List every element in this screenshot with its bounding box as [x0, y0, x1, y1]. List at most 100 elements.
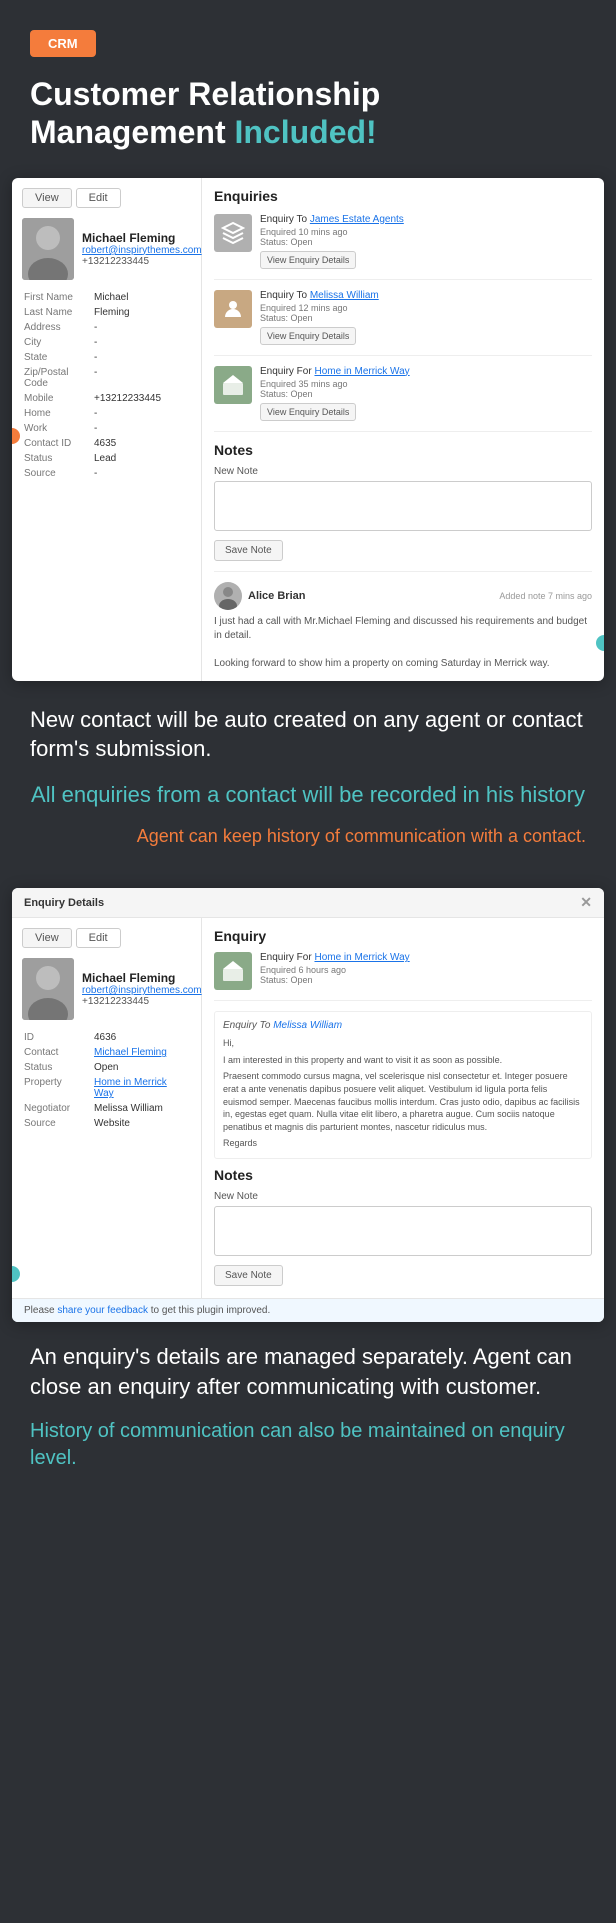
save-note-btn2[interactable]: Save Note — [214, 1265, 283, 1286]
feedback-link[interactable]: share your feedback — [57, 1305, 148, 1316]
field-row2: StatusOpen — [22, 1060, 191, 1075]
field-row: Last NameFleming — [22, 305, 191, 320]
view-enquiry-btn-2[interactable]: View Enquiry Details — [260, 327, 356, 345]
title-highlight: Included! — [234, 114, 376, 150]
property-enquiry-details: Enquiry For Home in Merrick Way Enquired… — [260, 952, 592, 985]
save-note-btn[interactable]: Save Note — [214, 540, 283, 561]
enq-link-2[interactable]: Melissa William — [310, 290, 379, 301]
field-row: Home- — [22, 406, 191, 421]
title-line2: Management — [30, 114, 234, 150]
avatar2 — [22, 958, 74, 1020]
field-row2: ContactMichael Fleming — [22, 1045, 191, 1060]
right-panel2: Enquiry Enquiry For Home in Merrick Way … — [202, 918, 604, 1298]
bottom-desc: An enquiry's details are managed separat… — [30, 1342, 586, 1401]
crm-badge: CRM — [30, 30, 96, 57]
bottom-teal: History of communication can also be mai… — [30, 1418, 586, 1472]
contact-phone: +13212233445 — [82, 256, 202, 267]
enquiry-thumb-2 — [214, 290, 252, 328]
contact-link[interactable]: Michael Fleming — [94, 1047, 167, 1058]
property-enq-link[interactable]: Home in Merrick Way — [314, 952, 409, 963]
enquiry-email-box: Enquiry To Melissa William Hi, I am inte… — [214, 1011, 592, 1159]
main-title: Customer Relationship Management Include… — [30, 75, 586, 152]
property-enq-meta2: Status: Open — [260, 975, 592, 985]
contact-phone2: +13212233445 — [82, 996, 202, 1007]
note-avatar — [214, 582, 242, 610]
enquiries-title: Enquiries — [214, 188, 592, 204]
field-row: Contact ID4635 — [22, 436, 191, 451]
enq-meta-3a: Enquired 35 mins ago — [260, 379, 592, 389]
feature-text-section: New contact will be auto created on any … — [0, 681, 616, 868]
contact-email[interactable]: robert@inspirythemes.com — [82, 245, 202, 256]
tab-edit[interactable]: Edit — [76, 188, 121, 208]
note-textarea[interactable] — [214, 481, 592, 531]
fields-table: First NameMichael Last NameFleming Addre… — [22, 290, 191, 481]
screenshot2-header-label: Enquiry Details — [24, 897, 104, 909]
enq-meta-3b: Status: Open — [260, 389, 592, 399]
close-icon[interactable]: ✕ — [580, 894, 592, 911]
screenshot2-header-bar: Enquiry Details ✕ — [12, 888, 604, 918]
card-inner2: View Edit Michael Fleming robert@inspiry… — [12, 918, 604, 1298]
field-row: City- — [22, 335, 191, 350]
card-inner: View Edit Michael Fleming robert@inspiry… — [12, 178, 604, 681]
contact-info-top: Michael Fleming robert@inspirythemes.com… — [22, 218, 191, 280]
enq-from-link[interactable]: Melissa William — [273, 1020, 342, 1031]
right-panel: Enquiries Enquiry To James Estate Agents… — [202, 178, 604, 681]
top-section: CRM Customer Relationship Management Inc… — [0, 0, 616, 178]
enq-link-3[interactable]: Home in Merrick Way — [314, 366, 409, 377]
note-textarea2[interactable] — [214, 1206, 592, 1256]
feedback-bar: Please share your feedback to get this p… — [12, 1298, 604, 1322]
enquiry-thumb-3 — [214, 366, 252, 404]
new-note-label2: New Note — [214, 1191, 592, 1202]
contact-email2[interactable]: robert@inspirythemes.com — [82, 985, 202, 996]
field-row: Zip/Postal Code- — [22, 365, 191, 391]
enquiry-item-1: Enquiry To James Estate Agents Enquired … — [214, 214, 592, 280]
enquiry-item-3: Enquiry For Home in Merrick Way Enquired… — [214, 366, 592, 432]
notes-section: Notes New Note Save Note A — [214, 442, 592, 671]
tab2-edit[interactable]: Edit — [76, 928, 121, 948]
left-panel: View Edit Michael Fleming robert@inspiry… — [12, 178, 202, 681]
screenshot2-card: Enquiry Details ✕ View Edit Michael Flem… — [12, 888, 604, 1322]
tab-view[interactable]: View — [22, 188, 72, 208]
enq-title-2: Enquiry To Melissa William — [260, 290, 592, 301]
notes-title: Notes — [214, 442, 592, 458]
contact-name: Michael Fleming — [82, 231, 202, 245]
new-note-label: New Note — [214, 466, 592, 477]
field-row: Mobile+13212233445 — [22, 391, 191, 406]
feedback-text2: to get this plugin improved. — [148, 1305, 270, 1316]
view-enquiry-btn-1[interactable]: View Enquiry Details — [260, 251, 356, 269]
field-row2: PropertyHome in Merrick Way — [22, 1075, 191, 1101]
enq-meta-2b: Status: Open — [260, 313, 592, 323]
notes-title2: Notes — [214, 1167, 592, 1183]
enq-link-1[interactable]: James Estate Agents — [310, 214, 404, 225]
field-row2: NegotiatorMelissa William — [22, 1101, 191, 1116]
view-enquiry-btn-3[interactable]: View Enquiry Details — [260, 403, 356, 421]
feature-teal: All enquiries from a contact will be rec… — [30, 780, 586, 810]
field-row: Address- — [22, 320, 191, 335]
feature-orange: Agent can keep history of communication … — [30, 824, 586, 848]
tab2-view[interactable]: View — [22, 928, 72, 948]
property-thumb — [214, 952, 252, 990]
property-enquiry-block: Enquiry For Home in Merrick Way Enquired… — [214, 952, 592, 1001]
field-row: First NameMichael — [22, 290, 191, 305]
contact-name-block2: Michael Fleming robert@inspirythemes.com… — [82, 971, 202, 1007]
field-row: State- — [22, 350, 191, 365]
field-row: Work- — [22, 421, 191, 436]
property-enq-title: Enquiry For Home in Merrick Way — [260, 952, 592, 963]
note-entry: Alice Brian Added note 7 mins ago I just… — [214, 571, 592, 671]
enq-title-3: Enquiry For Home in Merrick Way — [260, 366, 592, 377]
enquiry-item-2: Enquiry To Melissa William Enquired 12 m… — [214, 290, 592, 356]
field-row2: ID4636 — [22, 1030, 191, 1045]
enquiry-closing: Regards — [223, 1137, 583, 1150]
tabs: View Edit — [22, 188, 191, 208]
enq-meta-2a: Enquired 12 mins ago — [260, 303, 592, 313]
note-text: I just had a call with Mr.Michael Flemin… — [214, 615, 592, 671]
left-panel2: View Edit Michael Fleming robert@inspiry… — [12, 918, 202, 1298]
enq-from-label: Enquiry To Melissa William — [223, 1020, 583, 1031]
title-line1: Customer Relationship — [30, 76, 380, 112]
property-link[interactable]: Home in Merrick Way — [94, 1077, 167, 1099]
property-enq-meta1: Enquired 6 hours ago — [260, 965, 592, 975]
enquiry-text2: Praesent commodo cursus magna, vel scele… — [223, 1070, 583, 1133]
note-time: Added note 7 mins ago — [499, 591, 592, 601]
enq-meta-1a: Enquired 10 mins ago — [260, 227, 592, 237]
feature-desc: New contact will be auto created on any … — [30, 705, 586, 764]
